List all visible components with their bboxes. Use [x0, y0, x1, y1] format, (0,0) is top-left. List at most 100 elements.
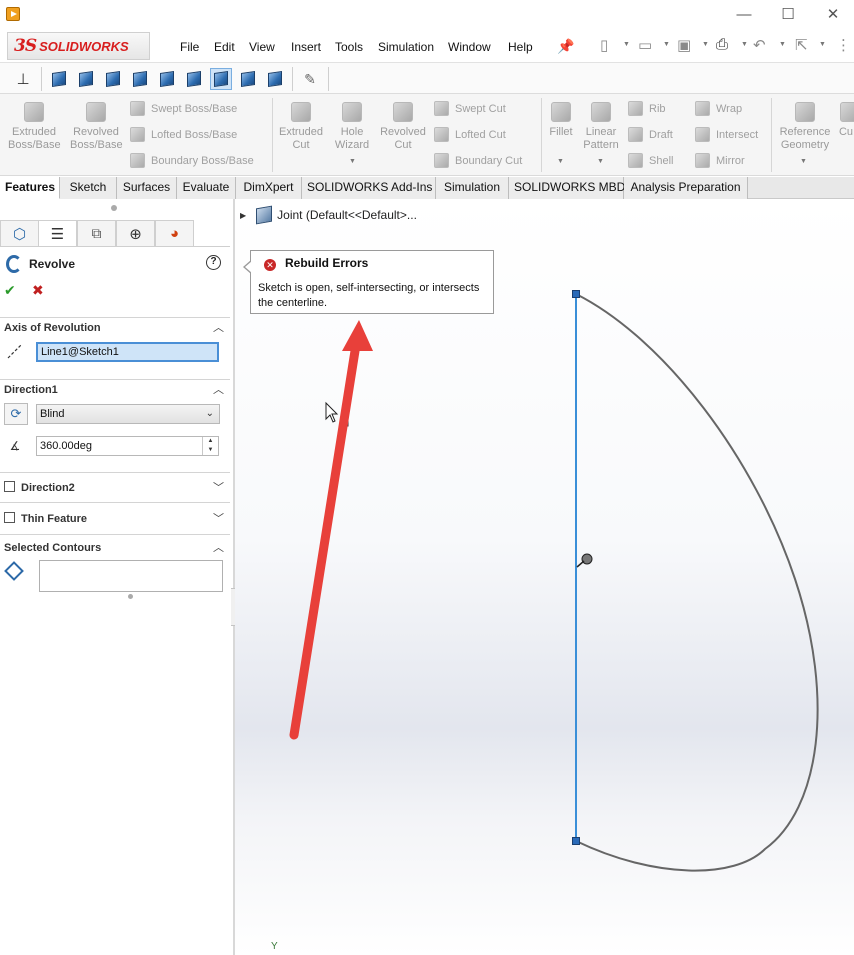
menu-tools[interactable]: Tools — [335, 40, 363, 54]
ok-check-icon[interactable]: ✔ — [4, 282, 16, 299]
solidworks-logo[interactable]: 3S SOLIDWORKS — [7, 32, 150, 60]
boundary-cut-button[interactable]: Boundary Cut — [434, 153, 522, 168]
help-icon[interactable]: ? — [206, 255, 221, 270]
tab-simulation[interactable]: Simulation — [436, 177, 509, 199]
chevron-down-icon[interactable]: ﹀ — [213, 473, 224, 503]
display-manager-tab[interactable]: ◕ — [155, 220, 194, 246]
axis-of-revolution-header[interactable]: Axis of Revolution ︿ — [0, 317, 230, 337]
selected-contours-field[interactable] — [39, 560, 223, 592]
direction1-header[interactable]: Direction1 ︿ — [0, 379, 230, 399]
minimize-button[interactable]: — — [732, 4, 756, 26]
new-document-icon[interactable]: ▯ — [600, 36, 608, 56]
chevron-down-icon[interactable]: ﹀ — [213, 503, 224, 535]
chevron-up-icon[interactable]: ︿ — [213, 318, 224, 338]
menu-insert[interactable]: Insert — [291, 40, 321, 54]
tab-add-ins[interactable]: SOLIDWORKS Add-Ins — [302, 177, 436, 199]
close-button[interactable]: ✕ — [821, 4, 845, 26]
hole-wizard-button[interactable]: Hole Wizard — [330, 102, 374, 152]
endpoint-bottom[interactable] — [572, 837, 580, 845]
property-manager-tab[interactable]: ☰ — [38, 220, 77, 246]
fillet-button[interactable]: Fillet — [545, 102, 577, 139]
chevron-up-icon[interactable]: ︿ — [213, 380, 224, 400]
extruded-boss-button[interactable]: Extruded Boss/Base — [8, 102, 61, 152]
resize-handle[interactable] — [128, 594, 133, 599]
tab-dimxpert[interactable]: DimXpert — [236, 177, 302, 199]
select-arrow-icon[interactable]: ⇱ — [795, 36, 808, 56]
menu-view[interactable]: View — [249, 40, 275, 54]
curves-button[interactable]: Cu — [838, 102, 854, 139]
shell-button[interactable]: Shell — [628, 153, 673, 168]
menu-edit[interactable]: Edit — [214, 40, 235, 54]
save-icon[interactable]: ▣ — [677, 36, 691, 56]
menu-file[interactable]: File — [180, 40, 199, 54]
feature-manager-tab[interactable]: ⬡ — [0, 220, 39, 246]
draft-button[interactable]: Draft — [628, 127, 673, 142]
tab-surfaces[interactable]: Surfaces — [117, 177, 177, 199]
revolved-cut-button[interactable]: Revolved Cut — [378, 102, 428, 152]
view-selector-icon[interactable]: ✎ — [299, 68, 321, 90]
graphics-area[interactable]: ▶ Joint (Default<<Default>... ✕ Rebuild … — [235, 199, 854, 955]
selected-contours-header[interactable]: Selected Contours ︿ — [0, 534, 230, 560]
tab-sketch[interactable]: Sketch — [60, 177, 117, 199]
trimetric-view-icon[interactable] — [237, 68, 259, 90]
swept-boss-button[interactable]: Swept Boss/Base — [130, 101, 237, 116]
revolved-boss-button[interactable]: Revolved Boss/Base — [70, 102, 123, 152]
endpoint-top[interactable] — [572, 290, 580, 298]
left-view-icon[interactable] — [102, 68, 124, 90]
intersect-button[interactable]: Intersect — [695, 127, 758, 142]
chevron-down-icon[interactable]: ▼ — [819, 41, 826, 48]
bottom-view-icon[interactable] — [183, 68, 205, 90]
chevron-down-icon[interactable]: ▼ — [557, 158, 564, 165]
isometric-view-icon[interactable] — [210, 68, 232, 90]
undo-icon[interactable]: ↶ — [753, 36, 766, 56]
dimetric-view-icon[interactable] — [264, 68, 286, 90]
thin-feature-checkbox[interactable] — [4, 512, 15, 523]
front-view-icon[interactable] — [48, 68, 70, 90]
tab-mbd[interactable]: SOLIDWORKS MBD — [509, 177, 625, 199]
chevron-down-icon[interactable]: ▼ — [779, 41, 786, 48]
reference-geometry-button[interactable]: Reference Geometry — [776, 102, 834, 152]
chevron-down-icon[interactable]: ▼ — [702, 41, 709, 48]
tab-features[interactable]: Features — [0, 177, 60, 199]
maximize-button[interactable]: ☐ — [776, 4, 800, 26]
wrap-button[interactable]: Wrap — [695, 101, 742, 116]
direction2-checkbox[interactable] — [4, 481, 15, 492]
menu-window[interactable]: Window — [448, 40, 491, 54]
thin-feature-header[interactable]: Thin Feature ﹀ — [0, 502, 230, 534]
angle-field[interactable]: 360.00deg ▲ ▼ — [36, 436, 219, 456]
chevron-down-icon[interactable]: ▼ — [741, 41, 748, 48]
top-view-icon[interactable] — [156, 68, 178, 90]
tab-evaluate[interactable]: Evaluate — [177, 177, 236, 199]
chevron-up-icon[interactable]: ︿ — [213, 535, 224, 561]
back-view-icon[interactable] — [75, 68, 97, 90]
chevron-down-icon[interactable]: ▼ — [349, 158, 356, 165]
configuration-manager-tab[interactable]: ⧉ — [77, 220, 116, 246]
rib-button[interactable]: Rib — [628, 101, 666, 116]
tab-analysis-preparation[interactable]: Analysis Preparation — [624, 177, 748, 199]
chevron-down-icon[interactable]: ▼ — [800, 158, 807, 165]
splitter-handle[interactable] — [111, 205, 117, 211]
swept-cut-button[interactable]: Swept Cut — [434, 101, 506, 116]
extruded-cut-button[interactable]: Extruded Cut — [276, 102, 326, 152]
reverse-direction-icon[interactable]: ⟳ — [4, 403, 28, 425]
print-icon[interactable]: ⎙ — [716, 36, 728, 56]
right-view-icon[interactable] — [129, 68, 151, 90]
pin-icon[interactable]: 📌 — [557, 38, 574, 55]
chevron-down-icon[interactable]: ▼ — [663, 41, 670, 48]
lofted-boss-button[interactable]: Lofted Boss/Base — [130, 127, 237, 142]
chevron-down-icon[interactable]: ▼ — [597, 158, 604, 165]
linear-pattern-button[interactable]: Linear Pattern — [580, 102, 622, 152]
open-icon[interactable]: ▭ — [638, 36, 652, 56]
normal-to-icon[interactable]: ⊥ — [12, 68, 34, 90]
angle-spinner[interactable]: ▲ ▼ — [202, 437, 218, 455]
dimxpert-manager-tab[interactable]: ⊕ — [116, 220, 155, 246]
direction2-header[interactable]: Direction2 ﹀ — [0, 472, 230, 502]
menu-help[interactable]: Help — [508, 40, 533, 54]
menu-simulation[interactable]: Simulation — [378, 40, 434, 54]
mirror-button[interactable]: Mirror — [695, 153, 745, 168]
end-condition-select[interactable]: Blind ⌄ — [36, 404, 220, 424]
cancel-x-icon[interactable]: ✖ — [32, 282, 44, 299]
axis-selection-field[interactable]: Line1@Sketch1 — [36, 342, 219, 362]
chevron-down-icon[interactable]: ▼ — [623, 41, 630, 48]
sketch-profile-curve[interactable] — [575, 293, 819, 872]
